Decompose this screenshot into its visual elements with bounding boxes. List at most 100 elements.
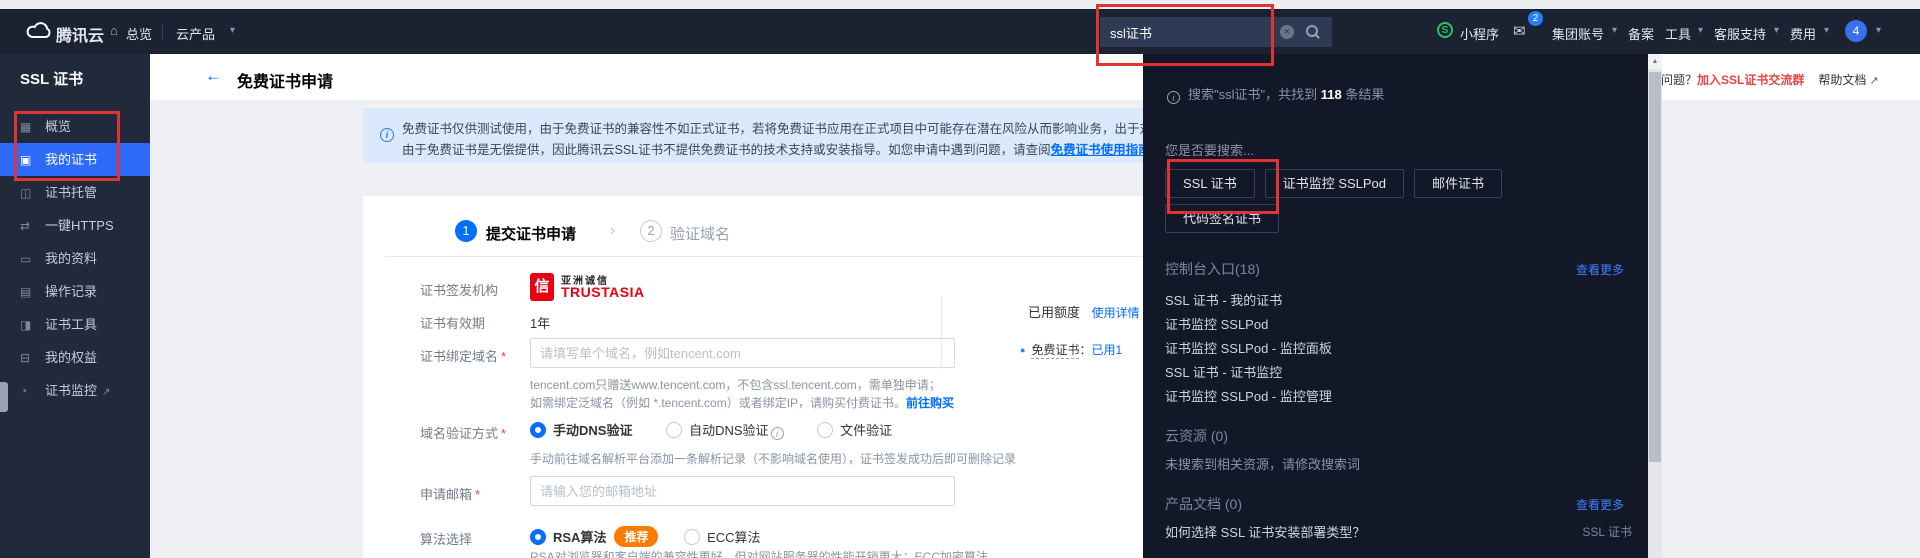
tag-sslpod[interactable]: 证书监控 SSLPod: [1265, 169, 1404, 198]
nav-group-account[interactable]: 集团账号: [1552, 24, 1604, 43]
mail-icon[interactable]: ✉: [1513, 22, 1526, 40]
console-entry-item[interactable]: 证书监控 SSLPod: [1165, 314, 1268, 333]
tag-email-cert[interactable]: 邮件证书: [1414, 169, 1502, 198]
panel-scrollbar[interactable]: ▲: [1648, 54, 1662, 558]
issuer-label: 证书签发机构: [420, 280, 498, 299]
chevron-down-icon: ▾: [1824, 25, 1829, 36]
help-doc-link[interactable]: 帮助文档: [1818, 73, 1866, 87]
radio-auto-dns[interactable]: 自动DNS验证i: [666, 423, 783, 438]
scrollbar-thumb[interactable]: [1649, 72, 1661, 462]
nav-beian[interactable]: 备案: [1628, 24, 1654, 43]
sidebar-item-cert-tools[interactable]: ◨证书工具: [0, 308, 150, 341]
sidebar-item-label: 概览: [45, 119, 71, 134]
console-entry-item[interactable]: SSL 证书 - 我的证书: [1165, 290, 1282, 309]
sidebar-item-overview[interactable]: ▦概览: [0, 110, 150, 143]
sidebar-item-one-click-https[interactable]: ⇄ 一键HTTPS: [0, 209, 150, 242]
sidebar-collapse-handle[interactable]: [0, 382, 8, 412]
sidebar-item-label: 操作记录: [45, 284, 97, 299]
radio-rsa[interactable]: RSA算法: [530, 530, 606, 545]
result-suffix: 条结果: [1342, 87, 1385, 102]
sidebar-item-label: 我的资料: [45, 251, 97, 266]
info-icon[interactable]: i: [771, 427, 784, 440]
nav-divider: [162, 24, 163, 40]
back-arrow-icon[interactable]: ←: [205, 66, 222, 86]
banner-line2-text: 由于免费证书是无偿提供，因此腾讯云SSL证书不提供免费证书的技术支持或安装指导。…: [402, 143, 1051, 157]
page-title: 免费证书申请: [237, 68, 333, 92]
required-asterisk: *: [475, 487, 480, 502]
step-2-circle: 2: [640, 220, 662, 242]
nav-overview[interactable]: 总览: [126, 24, 152, 43]
nav-billing[interactable]: 费用: [1790, 24, 1816, 43]
banner-line2: 由于免费证书是无偿提供，因此腾讯云SSL证书不提供免费证书的技术支持或安装指导。…: [402, 139, 1163, 158]
docs-see-more-link[interactable]: 查看更多: [1576, 496, 1624, 513]
verify-help: 手动前往域名解析平台添加一条解析记录（不影响域名使用），证书签发成功后即可删除记…: [530, 450, 1016, 467]
buy-paid-cert-link[interactable]: 前往购买: [906, 396, 954, 410]
step-chevron-icon: ›: [610, 222, 615, 240]
top-strip: [0, 0, 1920, 9]
banner-line1: 免费证书仅供测试使用，由于免费证书的兼容性不如正式证书，若将免费证书应用在正式项…: [402, 118, 1165, 137]
avatar[interactable]: 4: [1845, 20, 1867, 42]
mini-program-icon: S: [1437, 22, 1453, 38]
radio-ecc[interactable]: ECC算法: [684, 530, 760, 545]
search-input[interactable]: [1100, 17, 1280, 47]
info-icon: i: [1167, 91, 1180, 104]
radio-file-verify[interactable]: 文件验证: [817, 423, 892, 438]
validity-label: 证书有效期: [420, 313, 485, 332]
console-entry-item[interactable]: SSL 证书 - 证书监控: [1165, 362, 1282, 381]
bullet-dot-icon: ●: [1020, 345, 1025, 355]
recommended-badge: 推荐: [614, 526, 658, 547]
radio-label: 自动DNS验证: [689, 423, 768, 438]
console-entry-item[interactable]: 证书监控 SSLPod - 监控管理: [1165, 386, 1332, 405]
tag-ssl-cert[interactable]: SSL 证书: [1165, 169, 1255, 198]
trustasia-mark-icon: 信: [530, 273, 554, 301]
sidebar-item-my-profile[interactable]: ▭我的资料: [0, 242, 150, 275]
clear-search-icon[interactable]: ×: [1280, 25, 1294, 39]
nav-tools[interactable]: 工具: [1665, 24, 1691, 43]
scroll-up-arrow-icon[interactable]: ▲: [1648, 54, 1662, 69]
chevron-down-icon: ▾: [1698, 25, 1703, 36]
domain-help2: 如需绑定泛域名（例如 *.tencent.com）或者绑定IP，请购买付费证书。…: [530, 394, 954, 411]
radio-manual-dns[interactable]: 手动DNS验证: [530, 423, 632, 438]
domain-label: 证书绑定域名*: [420, 346, 506, 365]
sidebar-item-my-certificates[interactable]: ▣我的证书: [0, 143, 150, 176]
tag-code-sign-cert[interactable]: 代码签名证书: [1165, 204, 1279, 233]
search-results-panel: i搜索"ssl证书"，共找到 118 条结果 您是否要搜索... SSL 证书证…: [1143, 54, 1662, 558]
domain-input[interactable]: [530, 338, 955, 368]
console-entry-item[interactable]: 证书监控 SSLPod - 监控面板: [1165, 338, 1332, 357]
nav-support[interactable]: 客服支持: [1714, 24, 1766, 43]
quota-item-value[interactable]: 已用1: [1091, 343, 1122, 357]
cloud-resource-section-title: 云资源 (0): [1165, 426, 1228, 446]
join-group-link[interactable]: 加入SSL证书交流群: [1697, 73, 1804, 87]
result-count: 118: [1321, 87, 1342, 102]
sidebar-item-operation-log[interactable]: ▤操作记录: [0, 275, 150, 308]
search-icon[interactable]: [1306, 25, 1320, 39]
sidebar-item-label: 一键HTTPS: [45, 218, 114, 233]
console-see-more-link[interactable]: 查看更多: [1576, 261, 1624, 278]
sidebar-item-my-benefits[interactable]: ⊟我的权益: [0, 341, 150, 374]
chevron-down-icon: ▾: [1774, 25, 1779, 36]
tencent-cloud-logo-icon[interactable]: [24, 21, 52, 44]
suggest-tags-row2: 代码签名证书: [1165, 204, 1289, 233]
validity-value: 1年: [530, 313, 550, 332]
email-label-text: 申请邮箱: [420, 487, 472, 502]
global-search-box: ×: [1100, 17, 1332, 47]
monitor-icon: ◔: [20, 375, 36, 408]
sidebar-title: SSL 证书: [20, 68, 83, 89]
quota-used-label: 已用额度: [1028, 305, 1080, 320]
external-link-icon: ↗: [1869, 75, 1878, 87]
radio-icon: [666, 422, 682, 438]
https-icon: ⇄: [20, 210, 36, 243]
sidebar-item-label: 证书托管: [45, 185, 97, 200]
required-asterisk: *: [501, 426, 506, 441]
brand-name[interactable]: 腾讯云: [56, 22, 104, 46]
nav-mini-program[interactable]: 小程序: [1460, 24, 1499, 43]
email-label: 申请邮箱*: [420, 484, 480, 503]
usage-detail-link[interactable]: 使用详情: [1092, 306, 1140, 320]
sidebar-item-cert-monitor[interactable]: ◔证书监控↗: [0, 374, 150, 407]
nav-products[interactable]: 云产品: [176, 24, 215, 43]
algo-help: RSA对浏览器和客户端的兼容性更好，但对网站服务器的性能开销更大；ECC加密算法: [530, 548, 988, 558]
email-field[interactable]: [530, 476, 955, 506]
doc-result-item[interactable]: 如何选择 SSL 证书安装部署类型？: [1165, 522, 1365, 541]
sidebar-item-cert-hosting[interactable]: ◫证书托管: [0, 176, 150, 209]
step-2-label: 验证域名: [670, 223, 730, 244]
